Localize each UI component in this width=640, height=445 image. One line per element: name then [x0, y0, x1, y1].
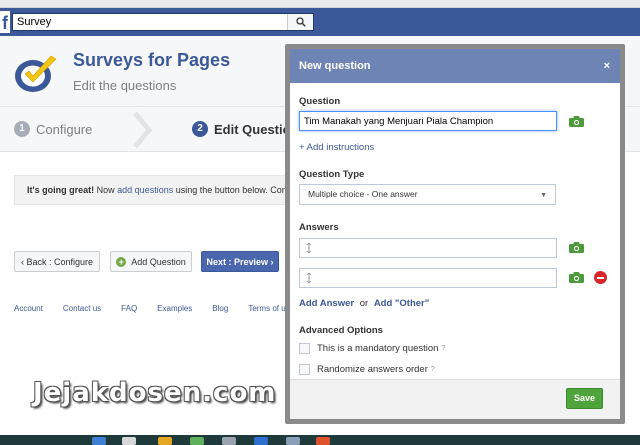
plus-icon: + [116, 256, 127, 267]
footer-link-examples[interactable]: Examples [157, 304, 192, 313]
watermark: Jejakdosen.com [33, 378, 277, 408]
notice-text: Now [94, 185, 118, 195]
answer-input-2[interactable] [299, 268, 557, 288]
facebook-logo[interactable]: f [0, 11, 10, 33]
new-question-dialog: New question × Question + Add instructio… [285, 44, 625, 424]
taskbar-app-icon[interactable] [158, 437, 172, 445]
add-answer-links: Add Answer or Add "Other" [299, 298, 429, 309]
add-instructions-link[interactable]: + Add instructions [299, 142, 374, 153]
mandatory-label: This is a mandatory question [317, 343, 439, 354]
question-input[interactable] [299, 111, 557, 131]
taskbar-app-icon[interactable] [222, 437, 236, 445]
dialog-title: New question [299, 60, 371, 72]
camera-icon[interactable] [569, 116, 584, 127]
advanced-options-label: Advanced Options [299, 325, 383, 336]
or-text: or [359, 298, 369, 309]
camera-icon[interactable] [569, 242, 584, 253]
add-question-label: Add Question [131, 256, 186, 267]
step-number: 1 [14, 121, 30, 137]
dialog-footer: Save [290, 379, 620, 419]
add-answer-link[interactable]: Add Answer [299, 298, 354, 309]
answers-label: Answers [299, 222, 339, 233]
save-button[interactable]: Save [566, 388, 603, 409]
app-subtitle: Edit the questions [73, 78, 177, 93]
footer-link-blog[interactable]: Blog [212, 304, 228, 313]
notice-text: using the button below. Conti [173, 185, 292, 195]
step-configure[interactable]: 1 Configure [14, 121, 92, 137]
chevron-down-icon: ▼ [540, 192, 547, 199]
drag-handle-icon[interactable] [306, 242, 312, 254]
add-other-link[interactable]: Add "Other" [374, 298, 429, 309]
next-button[interactable]: Next : Preview › [201, 251, 279, 272]
facebook-search-input[interactable] [13, 14, 287, 30]
footer-link-contact[interactable]: Contact us [63, 304, 101, 313]
randomize-label: Randomize answers order [317, 364, 428, 375]
footer-link-account[interactable]: Account [14, 304, 43, 313]
question-type-label: Question Type [299, 169, 365, 180]
taskbar-app-icon[interactable] [254, 437, 268, 445]
question-type-select[interactable]: Multiple choice - One answer ▼ [299, 184, 556, 205]
search-icon [295, 17, 306, 27]
step-number: 2 [192, 121, 208, 137]
remove-answer-icon[interactable] [594, 271, 607, 284]
taskbar [0, 435, 640, 445]
status-notice: It's going great! Now add questions usin… [14, 175, 304, 205]
step-edit-questions[interactable]: 2 Edit Question [192, 121, 299, 137]
search-button[interactable] [287, 14, 313, 30]
taskbar-app-icon[interactable] [316, 437, 330, 445]
question-label: Question [299, 96, 341, 107]
taskbar-app-icon[interactable] [190, 437, 204, 445]
dialog-header: New question × [290, 49, 620, 83]
help-icon[interactable]: ? [431, 366, 435, 373]
taskbar-app-icon[interactable] [286, 437, 300, 445]
app-title: Surveys for Pages [73, 50, 231, 70]
taskbar-app-icon[interactable] [92, 437, 106, 445]
browser-strip [0, 0, 640, 8]
facebook-bar: f [0, 8, 640, 36]
randomize-checkbox[interactable] [299, 364, 310, 375]
mandatory-checkbox[interactable] [299, 343, 310, 354]
chevron-right-icon [133, 111, 153, 149]
help-icon[interactable]: ? [441, 345, 445, 352]
question-type-value: Multiple choice - One answer [308, 189, 418, 199]
survey-logo-icon [15, 55, 57, 92]
close-icon[interactable]: × [604, 49, 610, 83]
drag-handle-icon[interactable] [306, 272, 312, 284]
footer-link-faq[interactable]: FAQ [121, 304, 137, 313]
back-button[interactable]: ‹ Back : Configure [14, 251, 100, 272]
taskbar-app-icon[interactable] [122, 437, 136, 445]
add-question-button[interactable]: + Add Question [110, 251, 192, 272]
answer-input-1[interactable] [299, 238, 557, 258]
facebook-search [12, 13, 314, 31]
step-label: Configure [36, 121, 93, 137]
add-questions-link[interactable]: add questions [117, 185, 173, 195]
notice-lead: It's going great! [27, 185, 95, 195]
camera-icon[interactable] [569, 272, 584, 283]
randomize-option[interactable]: Randomize answers order ? [299, 364, 435, 375]
mandatory-option[interactable]: This is a mandatory question ? [299, 343, 445, 354]
